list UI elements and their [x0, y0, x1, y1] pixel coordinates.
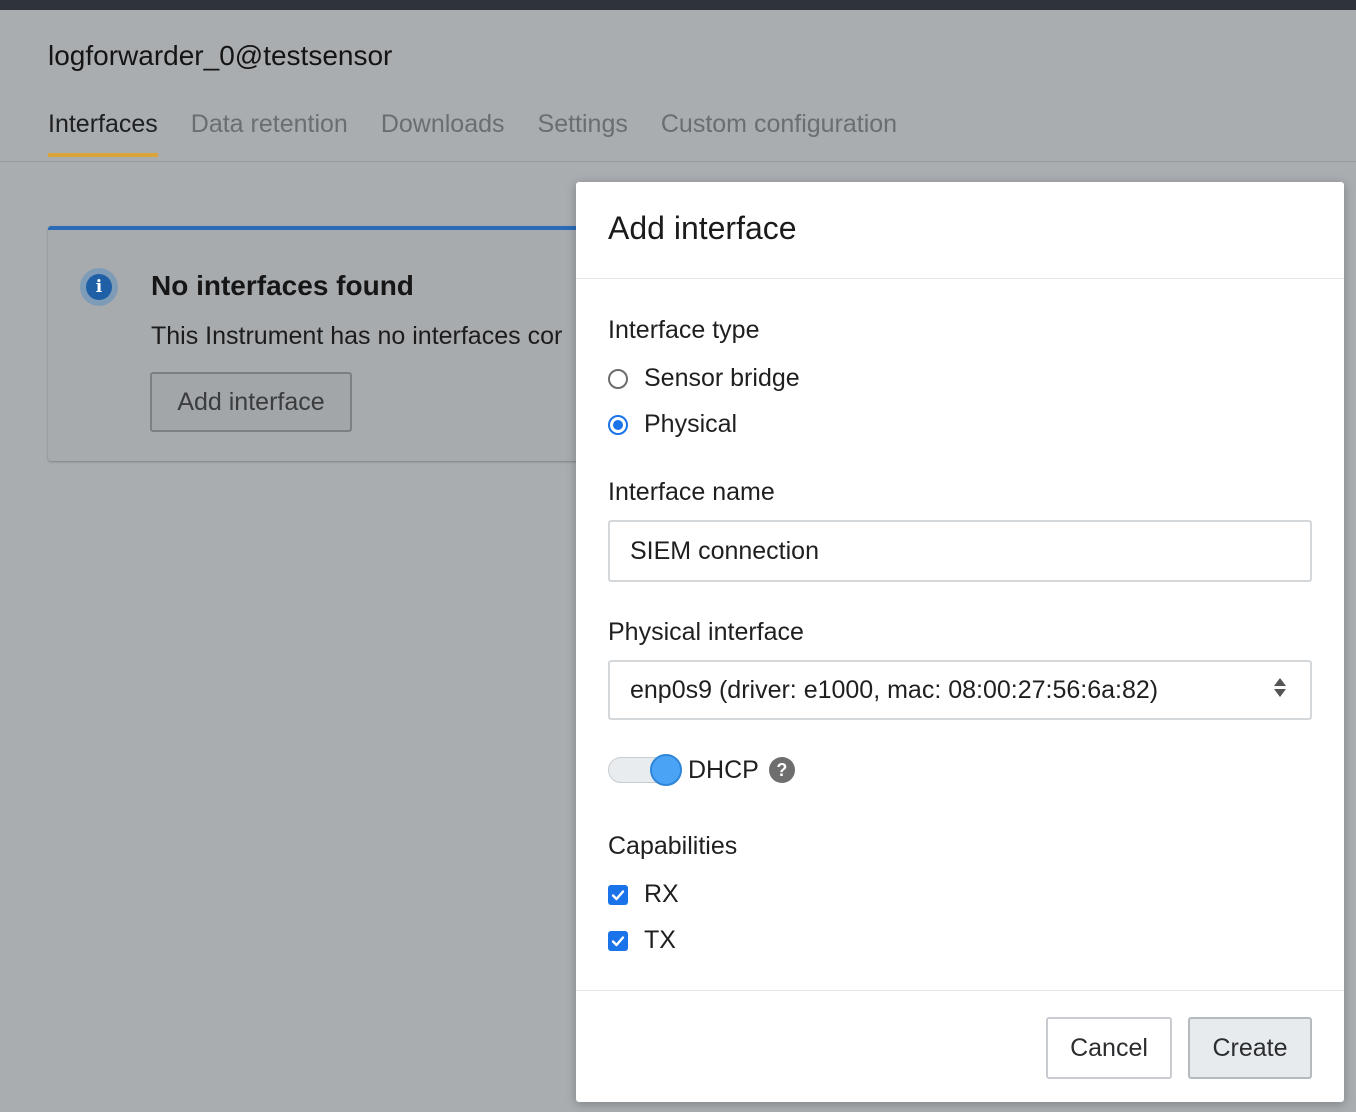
radio-physical[interactable]: Physical [608, 410, 737, 439]
checkbox-checked-icon[interactable] [608, 930, 628, 951]
empty-state-text: This Instrument has no interfaces cor [151, 322, 563, 350]
add-interface-dialog: Add interface Interface type Sensor brid… [576, 182, 1344, 1102]
empty-state-title: No interfaces found [151, 270, 414, 301]
cancel-button[interactable]: Cancel [1046, 1017, 1172, 1079]
physical-interface-select[interactable]: enp0s9 (driver: e1000, mac: 08:00:27:56:… [608, 660, 1312, 720]
interface-name-input[interactable] [608, 520, 1312, 582]
dialog-title: Add interface [608, 210, 797, 246]
info-icon: i [80, 268, 118, 306]
dhcp-toggle[interactable] [608, 754, 682, 786]
select-value: enp0s9 (driver: e1000, mac: 08:00:27:56:… [630, 675, 1159, 704]
page-title: logforwarder_0@testsensor [48, 40, 393, 71]
radio-button[interactable] [608, 368, 628, 389]
add-interface-button[interactable]: Add interface [150, 372, 352, 432]
capabilities-label: Capabilities [608, 832, 738, 860]
dhcp-row: DHCP ? [608, 754, 795, 786]
tab-settings[interactable]: Settings [538, 110, 628, 157]
capability-rx[interactable]: RX [608, 880, 679, 909]
page-header: logforwarder_0@testsensor Interfaces Dat… [0, 10, 1356, 162]
radio-sensor-bridge[interactable]: Sensor bridge [608, 364, 800, 393]
tab-downloads[interactable]: Downloads [381, 110, 505, 157]
tab-custom-configuration[interactable]: Custom configuration [661, 110, 897, 157]
tab-data-retention[interactable]: Data retention [191, 110, 348, 157]
question-mark-icon[interactable]: ? [768, 757, 795, 783]
checkbox-label: TX [644, 926, 676, 954]
radio-button[interactable] [608, 414, 628, 435]
capability-tx[interactable]: TX [608, 926, 676, 955]
top-bar [0, 0, 1356, 10]
checkbox-checked-icon[interactable] [608, 884, 628, 905]
dialog-header: Add interface [576, 182, 1344, 279]
checkbox-label: RX [644, 880, 679, 908]
select-arrows-icon [1274, 678, 1286, 697]
tab-bar: Interfaces Data retention Downloads Sett… [48, 110, 897, 157]
radio-label: Sensor bridge [644, 364, 800, 392]
interface-type-label: Interface type [608, 316, 760, 344]
tab-interfaces[interactable]: Interfaces [48, 110, 158, 157]
dhcp-label: DHCP [688, 755, 759, 784]
radio-label: Physical [644, 410, 738, 438]
physical-interface-label: Physical interface [608, 618, 804, 646]
create-button[interactable]: Create [1188, 1017, 1312, 1079]
interface-name-label: Interface name [608, 478, 775, 506]
dialog-footer: Cancel Create [576, 990, 1344, 1102]
